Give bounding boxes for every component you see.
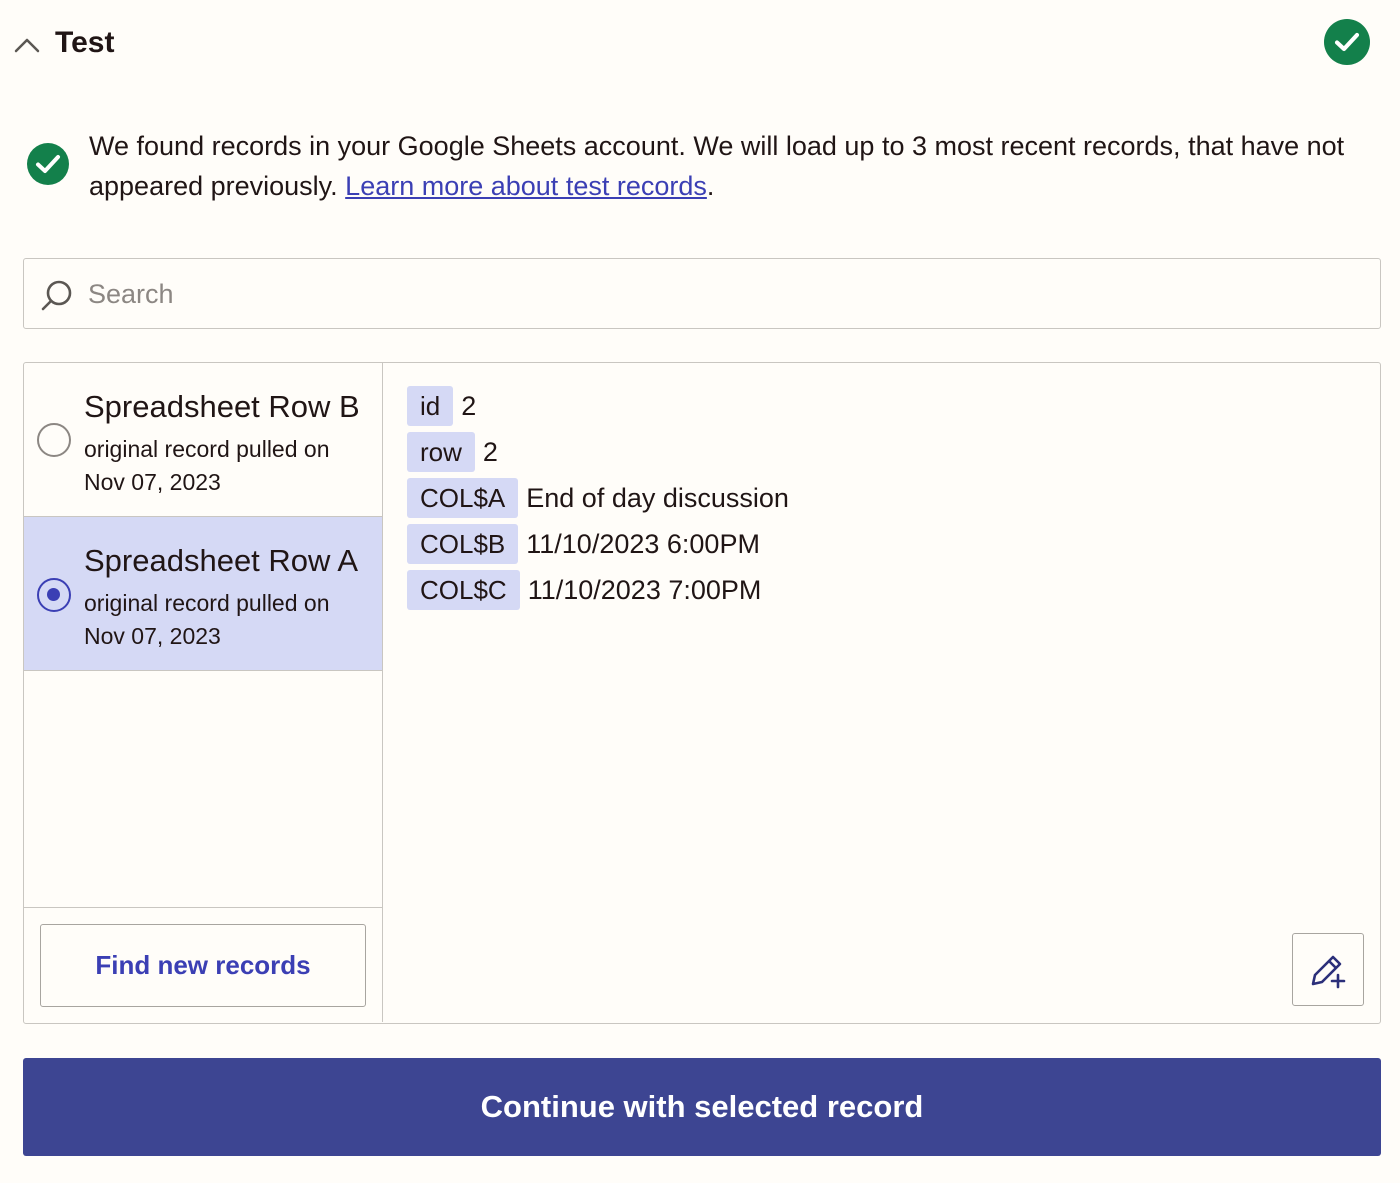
section-header: Test <box>0 0 1400 90</box>
field-value: 11/10/2023 6:00PM <box>526 528 760 559</box>
record-subtitle: original record pulled on Nov 07, 2023 <box>84 436 330 495</box>
field-key: row <box>407 432 475 472</box>
record-list: Spreadsheet Row B original record pulled… <box>24 363 383 1022</box>
continue-button[interactable]: Continue with selected record <box>23 1058 1381 1156</box>
field-value: End of day discussion <box>526 482 789 513</box>
info-trailing: . <box>706 171 715 201</box>
test-section: Test We found records in your Google She… <box>0 0 1400 1183</box>
field-row: row 2 <box>407 432 498 472</box>
edit-record-button[interactable] <box>1292 933 1364 1006</box>
record-radio[interactable] <box>37 423 71 457</box>
field-key: COL$A <box>407 478 519 518</box>
collapse-button[interactable] <box>12 30 42 60</box>
field-row: id 2 <box>407 386 476 426</box>
field-row: COL$C 11/10/2023 7:00PM <box>407 570 761 610</box>
search-input[interactable] <box>88 269 1358 319</box>
record-title: Spreadsheet Row A <box>84 543 359 578</box>
find-new-records-button[interactable]: Find new records <box>40 924 366 1007</box>
success-check-icon <box>27 143 69 185</box>
record-details: id 2 row 2 COL$A End of day discussion C… <box>384 363 1380 1022</box>
search-box <box>23 258 1381 329</box>
field-value: 2 <box>461 390 477 421</box>
field-value: 2 <box>482 436 498 467</box>
info-text: We found records in your Google Sheets a… <box>89 126 1374 206</box>
info-message-text: We found records in your Google Sheets a… <box>89 131 1345 201</box>
field-key: COL$B <box>407 524 519 564</box>
chevron-up-icon <box>14 38 40 53</box>
record-list-footer: Find new records <box>24 907 382 1022</box>
record-item-row-a[interactable]: Spreadsheet Row A original record pulled… <box>24 517 382 671</box>
section-title: Test <box>55 26 115 59</box>
field-row: COL$A End of day discussion <box>407 478 789 518</box>
field-row: COL$B 11/10/2023 6:00PM <box>407 524 760 564</box>
learn-more-link[interactable]: Learn more about test records <box>345 171 707 201</box>
pencil-plus-icon <box>1311 955 1346 988</box>
record-radio-selected[interactable] <box>37 578 71 612</box>
search-icon <box>41 280 72 311</box>
record-title: Spreadsheet Row B <box>84 389 360 424</box>
record-subtitle: original record pulled on Nov 07, 2023 <box>84 590 330 649</box>
field-key: id <box>407 386 454 426</box>
field-value: 11/10/2023 7:00PM <box>527 574 762 605</box>
check-circle-icon <box>1324 19 1370 65</box>
record-item-row-b[interactable]: Spreadsheet Row B original record pulled… <box>24 363 382 517</box>
field-key: COL$C <box>407 570 520 610</box>
records-panel: Spreadsheet Row B original record pulled… <box>23 362 1381 1024</box>
